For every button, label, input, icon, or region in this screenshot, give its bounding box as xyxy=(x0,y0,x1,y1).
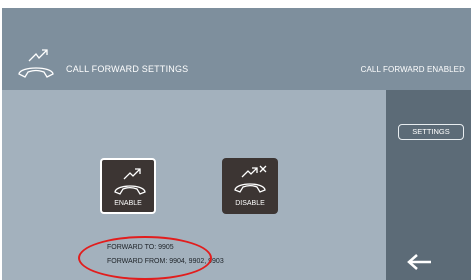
enable-button[interactable]: ENABLE xyxy=(100,158,156,214)
enable-label: ENABLE xyxy=(114,200,142,207)
disable-label: DISABLE xyxy=(235,200,265,207)
annotation-circle xyxy=(78,236,212,280)
call-forward-off-icon xyxy=(234,165,267,193)
header-bar: CALL FORWARD SETTINGS CALL FORWARD ENABL… xyxy=(2,8,471,90)
settings-button[interactable]: SETTINGS xyxy=(398,124,464,140)
call-forward-title-icon xyxy=(18,49,54,78)
status-label: CALL FORWARD ENABLED xyxy=(360,65,465,74)
sidebar: SETTINGS xyxy=(386,90,471,280)
back-arrow-icon[interactable] xyxy=(407,254,433,270)
call-forward-screen: CALL FORWARD SETTINGS CALL FORWARD ENABL… xyxy=(2,8,471,280)
disable-button[interactable]: DISABLE xyxy=(222,158,278,214)
call-forward-icon xyxy=(114,168,146,195)
page-title: CALL FORWARD SETTINGS xyxy=(66,64,189,74)
